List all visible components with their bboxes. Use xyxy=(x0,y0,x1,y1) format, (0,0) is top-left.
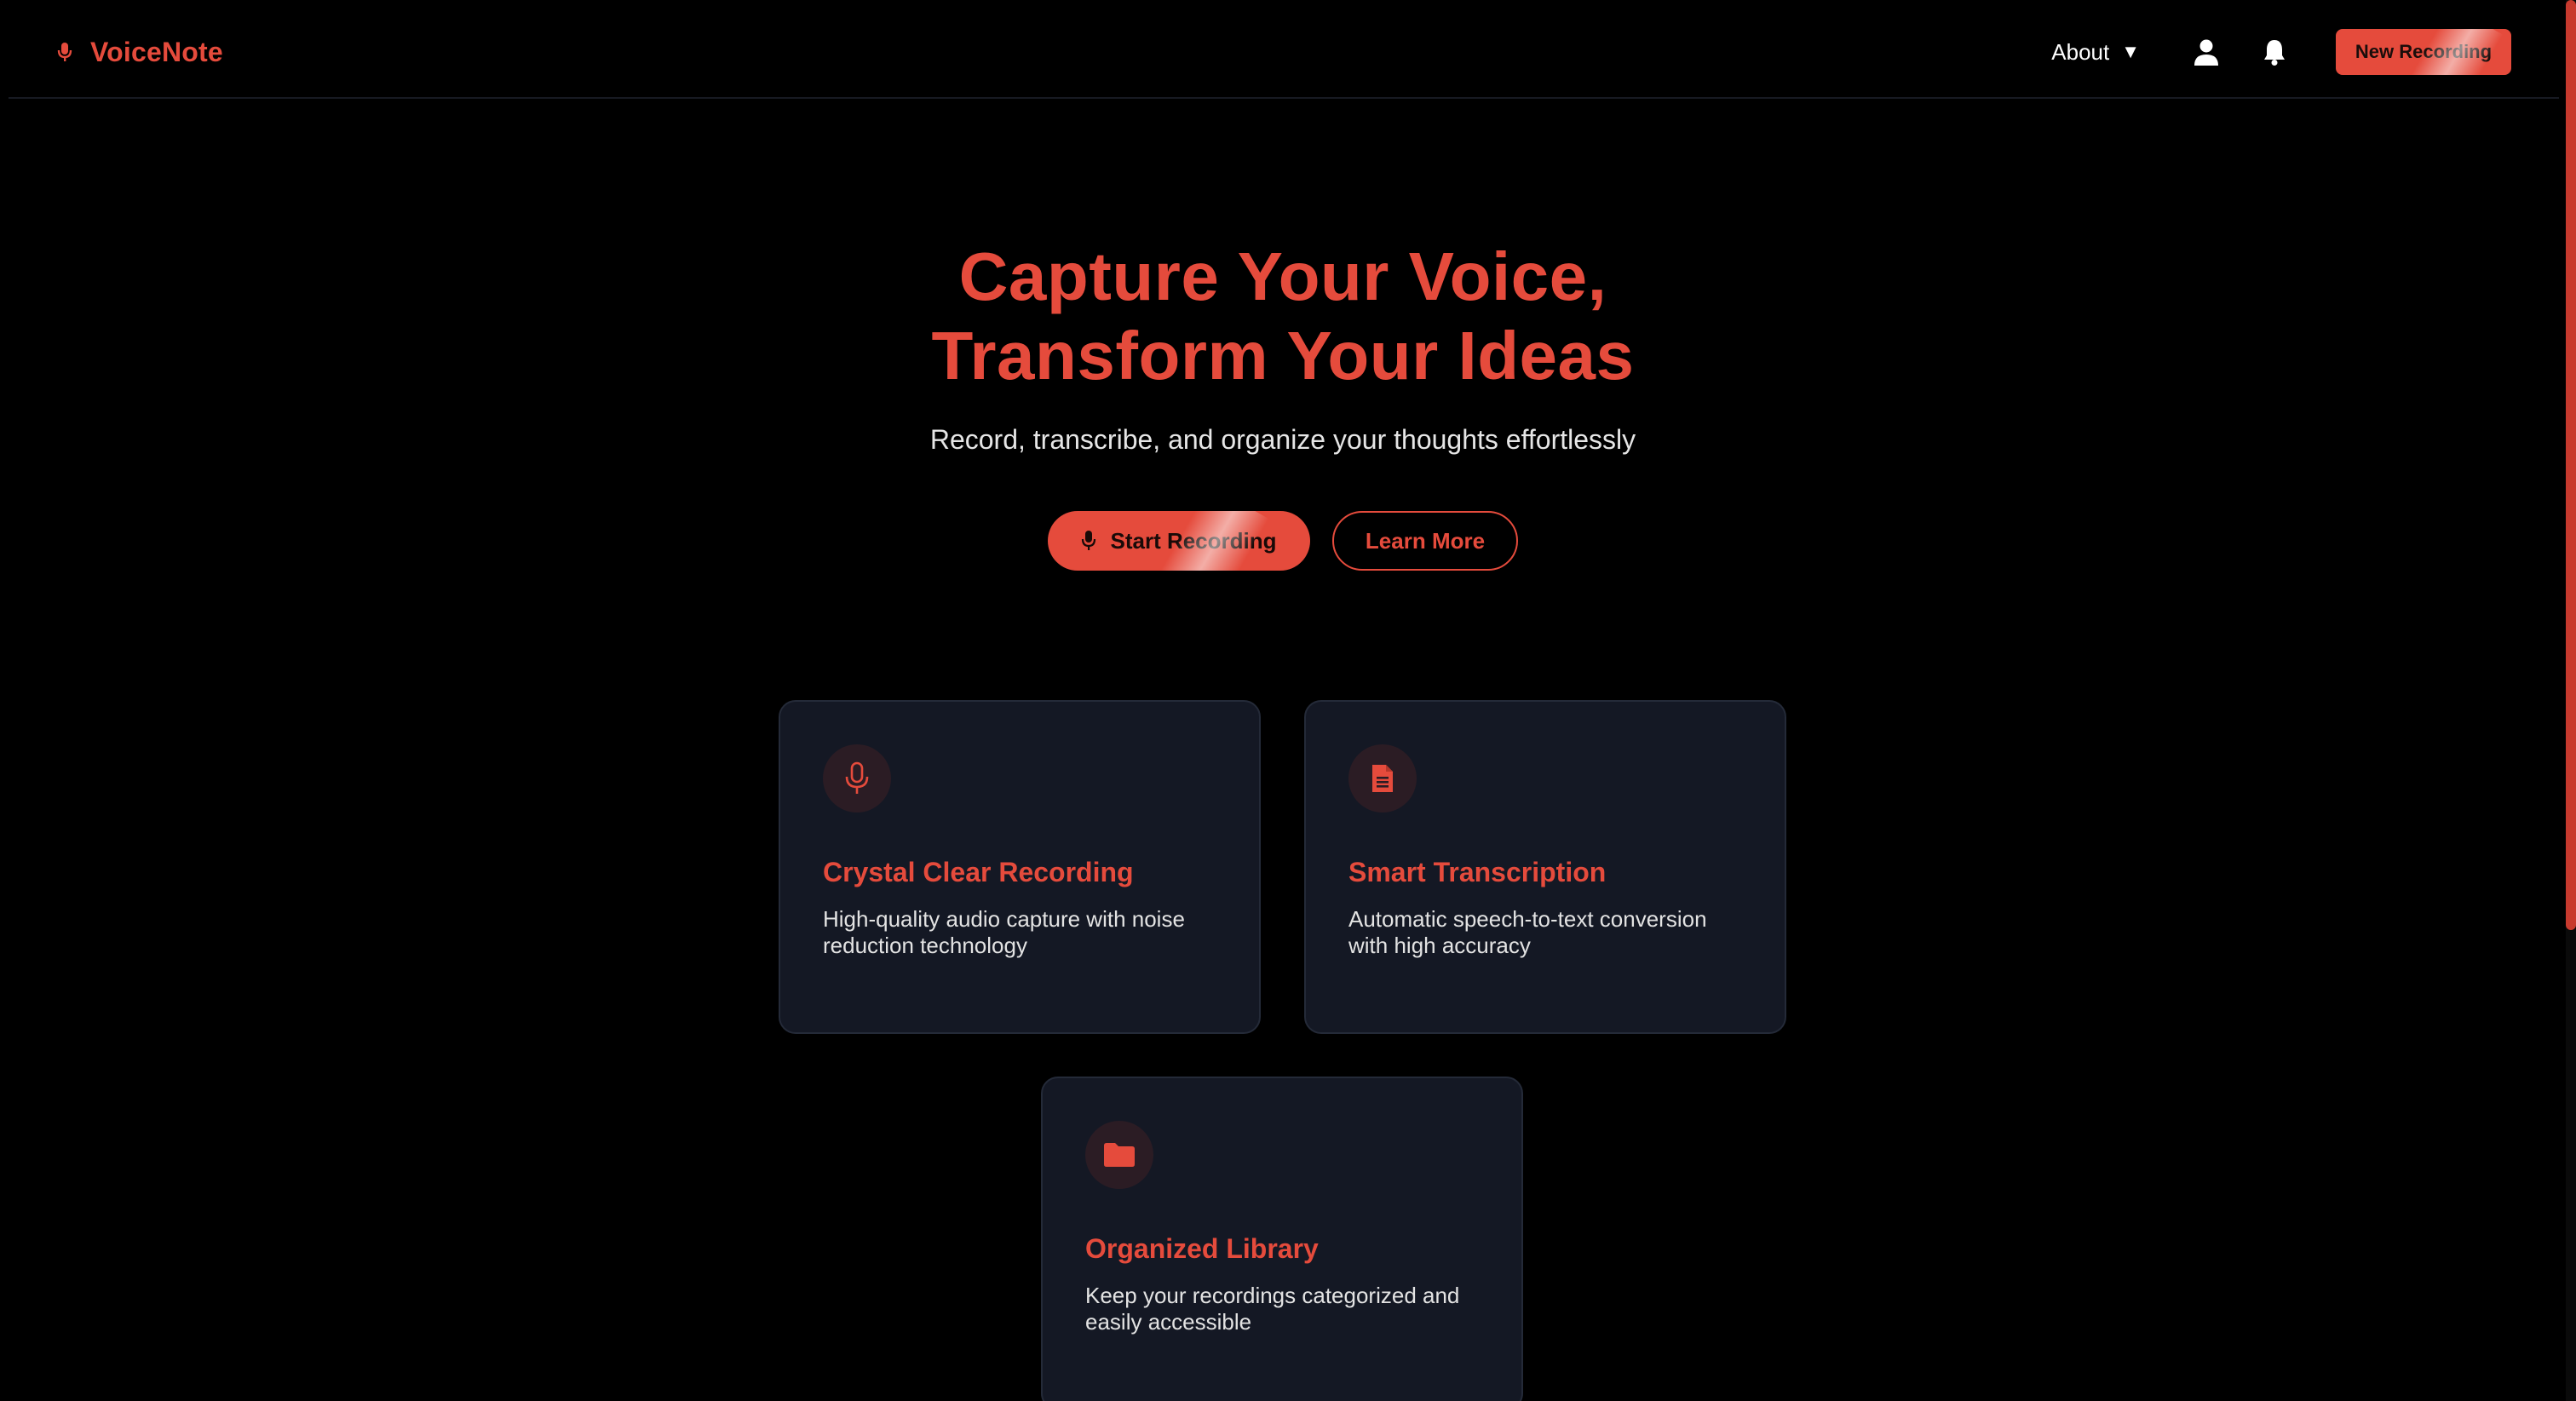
start-recording-label: Start Recording xyxy=(1110,527,1277,554)
brand-name: VoiceNote xyxy=(90,36,223,67)
about-label: About xyxy=(2051,38,2110,65)
user-icon xyxy=(2194,39,2218,66)
feature-card-recording: Crystal Clear Recording High-quality aud… xyxy=(779,700,1261,1034)
learn-more-button[interactable]: Learn More xyxy=(1332,511,1518,571)
hero-actions: Start Recording Learn More xyxy=(0,511,2566,571)
feature-card-transcription: Smart Transcription Automatic speech-to-… xyxy=(1304,700,1786,1034)
hero-title-line-2: Transform Your Ideas xyxy=(931,318,1635,393)
start-recording-button[interactable]: Start Recording xyxy=(1048,511,1310,571)
hero-title: Capture Your Voice, Transform Your Ideas xyxy=(0,237,2566,395)
chevron-down-icon: ▼ xyxy=(2121,41,2140,62)
page: VoiceNote About ▼ New Recording Capture … xyxy=(0,0,2576,1401)
learn-more-label: Learn More xyxy=(1365,527,1486,554)
microphone-icon xyxy=(1082,531,1096,550)
microphone-icon xyxy=(57,43,72,61)
document-icon xyxy=(1372,765,1393,792)
feature-card-library: Organized Library Keep your recordings c… xyxy=(1041,1077,1523,1401)
notifications-button[interactable] xyxy=(2257,35,2291,69)
hero-title-line-1: Capture Your Voice, xyxy=(958,238,1607,314)
hero-subtitle: Record, transcribe, and organize your th… xyxy=(929,424,1636,455)
feature-icon-circle xyxy=(1348,744,1417,812)
feature-title: Crystal Clear Recording xyxy=(823,857,1134,887)
user-profile-button[interactable] xyxy=(2189,35,2223,69)
about-dropdown[interactable]: About ▼ xyxy=(2051,39,2140,66)
top-navbar: VoiceNote About ▼ New Recording xyxy=(9,0,2559,99)
nav-actions: About ▼ New Recording xyxy=(2051,29,2511,75)
feature-icon-circle xyxy=(1085,1121,1153,1189)
feature-description: High-quality audio capture with noise re… xyxy=(823,906,1185,958)
feature-description: Automatic speech-to-text conversion with… xyxy=(1348,906,1707,958)
feature-title: Organized Library xyxy=(1085,1233,1319,1264)
brand-logo[interactable]: VoiceNote xyxy=(55,32,223,72)
new-recording-button[interactable]: New Recording xyxy=(2336,29,2511,75)
feature-description: Keep your recordings categorized and eas… xyxy=(1085,1283,1460,1335)
feature-title: Smart Transcription xyxy=(1348,857,1607,887)
new-recording-label: New Recording xyxy=(2355,41,2493,62)
folder-icon xyxy=(1104,1143,1135,1167)
scrollbar-thumb[interactable] xyxy=(2566,0,2576,930)
microphone-outline-icon xyxy=(845,761,869,794)
bell-icon xyxy=(2264,40,2285,66)
page-scrollbar[interactable] xyxy=(2566,0,2576,1401)
feature-icon-circle xyxy=(823,744,891,812)
